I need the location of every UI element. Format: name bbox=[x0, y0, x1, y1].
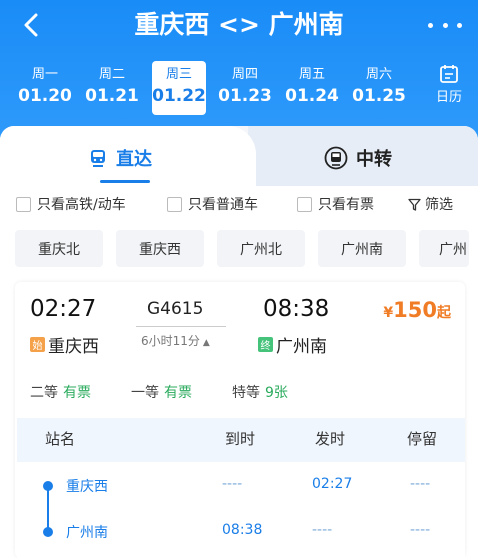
transfer-train-icon bbox=[324, 146, 348, 170]
filter-high-speed[interactable]: 只看高铁/动车 bbox=[16, 194, 126, 214]
station-chip[interactable]: 广州北 bbox=[217, 230, 305, 267]
date-selector: 周一 01.20 周二 01.21 周三 01.22 周四 01.23 周五 01.24 … bbox=[12, 61, 413, 115]
more-icon[interactable] bbox=[428, 13, 462, 37]
stops-table: 站名 到时 发时 停留 重庆西 ---- 02:27 ---- 广州南 08:3… bbox=[17, 418, 465, 558]
funnel-icon bbox=[408, 198, 421, 211]
to-station: 终广州南 bbox=[258, 332, 327, 357]
station-chip[interactable]: 重庆北 bbox=[15, 230, 103, 267]
stops-header: 站名 到时 发时 停留 bbox=[45, 430, 438, 448]
route-line bbox=[136, 326, 226, 327]
checkbox-icon bbox=[297, 196, 312, 212]
tab-active-indicator bbox=[100, 180, 150, 183]
back-arrow-icon[interactable] bbox=[14, 10, 50, 40]
tab-transfer[interactable]: 中转 bbox=[324, 143, 392, 173]
train-icon bbox=[91, 150, 105, 167]
arrival-time: 08:38 bbox=[263, 296, 330, 322]
route-title: 重庆西 <> 广州南 bbox=[134, 10, 344, 39]
station-chip[interactable]: 重庆西 bbox=[116, 230, 204, 267]
stop-row: 重庆西 ---- 02:27 ---- bbox=[17, 462, 465, 508]
date-item[interactable]: 周二 01.21 bbox=[79, 61, 145, 115]
filter-has-ticket[interactable]: 只看有票 bbox=[297, 194, 374, 214]
calendar-icon bbox=[440, 65, 458, 83]
date-item[interactable]: 周六 01.25 bbox=[346, 61, 412, 115]
train-card[interactable]: 02:27 G4615 6小时11分 ▲ 08:38 ¥150起 始重庆西 终广州… bbox=[15, 282, 465, 558]
station-chip[interactable]: 广州 bbox=[419, 230, 469, 267]
seat-class: 一等 有票 bbox=[131, 385, 192, 401]
filter-regular[interactable]: 只看普通车 bbox=[167, 194, 258, 214]
filter-bar: 只看高铁/动车 只看普通车 只看有票 筛选 bbox=[0, 194, 478, 216]
filter-button[interactable]: 筛选 bbox=[408, 194, 453, 214]
stop-rows: 重庆西 ---- 02:27 ---- 广州南 08:38 ---- ---- bbox=[17, 462, 465, 558]
seat-availability: 二等 有票 一等 有票 特等 9张 bbox=[30, 382, 328, 402]
station-chip[interactable]: 广州南 bbox=[318, 230, 406, 267]
date-item-selected[interactable]: 周三 01.22 bbox=[152, 61, 206, 115]
duration-toggle[interactable]: 6小时11分 ▲ bbox=[141, 332, 210, 349]
date-item[interactable]: 周一 01.20 bbox=[12, 61, 78, 115]
stop-dot-icon bbox=[43, 481, 53, 491]
departure-time: 02:27 bbox=[30, 296, 97, 322]
date-item[interactable]: 周五 01.24 bbox=[279, 61, 345, 115]
station-chips: 重庆北 重庆西 广州北 广州南 广州 bbox=[15, 230, 469, 267]
end-badge: 终 bbox=[258, 337, 273, 352]
calendar-button[interactable]: 日历 bbox=[428, 64, 470, 105]
stop-row: 广州南 08:38 ---- ---- bbox=[17, 508, 465, 554]
price: ¥150起 bbox=[383, 298, 451, 322]
checkbox-icon bbox=[167, 196, 182, 212]
train-number: G4615 bbox=[147, 299, 204, 319]
seat-class: 二等 有票 bbox=[30, 385, 91, 401]
date-item[interactable]: 周四 01.23 bbox=[212, 61, 278, 115]
triangle-up-icon: ▲ bbox=[202, 338, 210, 348]
stop-dot-icon bbox=[43, 527, 53, 537]
checkbox-icon bbox=[16, 196, 31, 212]
seat-class: 特等 9张 bbox=[232, 385, 288, 401]
start-badge: 始 bbox=[30, 337, 45, 352]
from-station: 始重庆西 bbox=[30, 332, 99, 357]
tab-direct[interactable]: 直达 bbox=[88, 143, 152, 173]
